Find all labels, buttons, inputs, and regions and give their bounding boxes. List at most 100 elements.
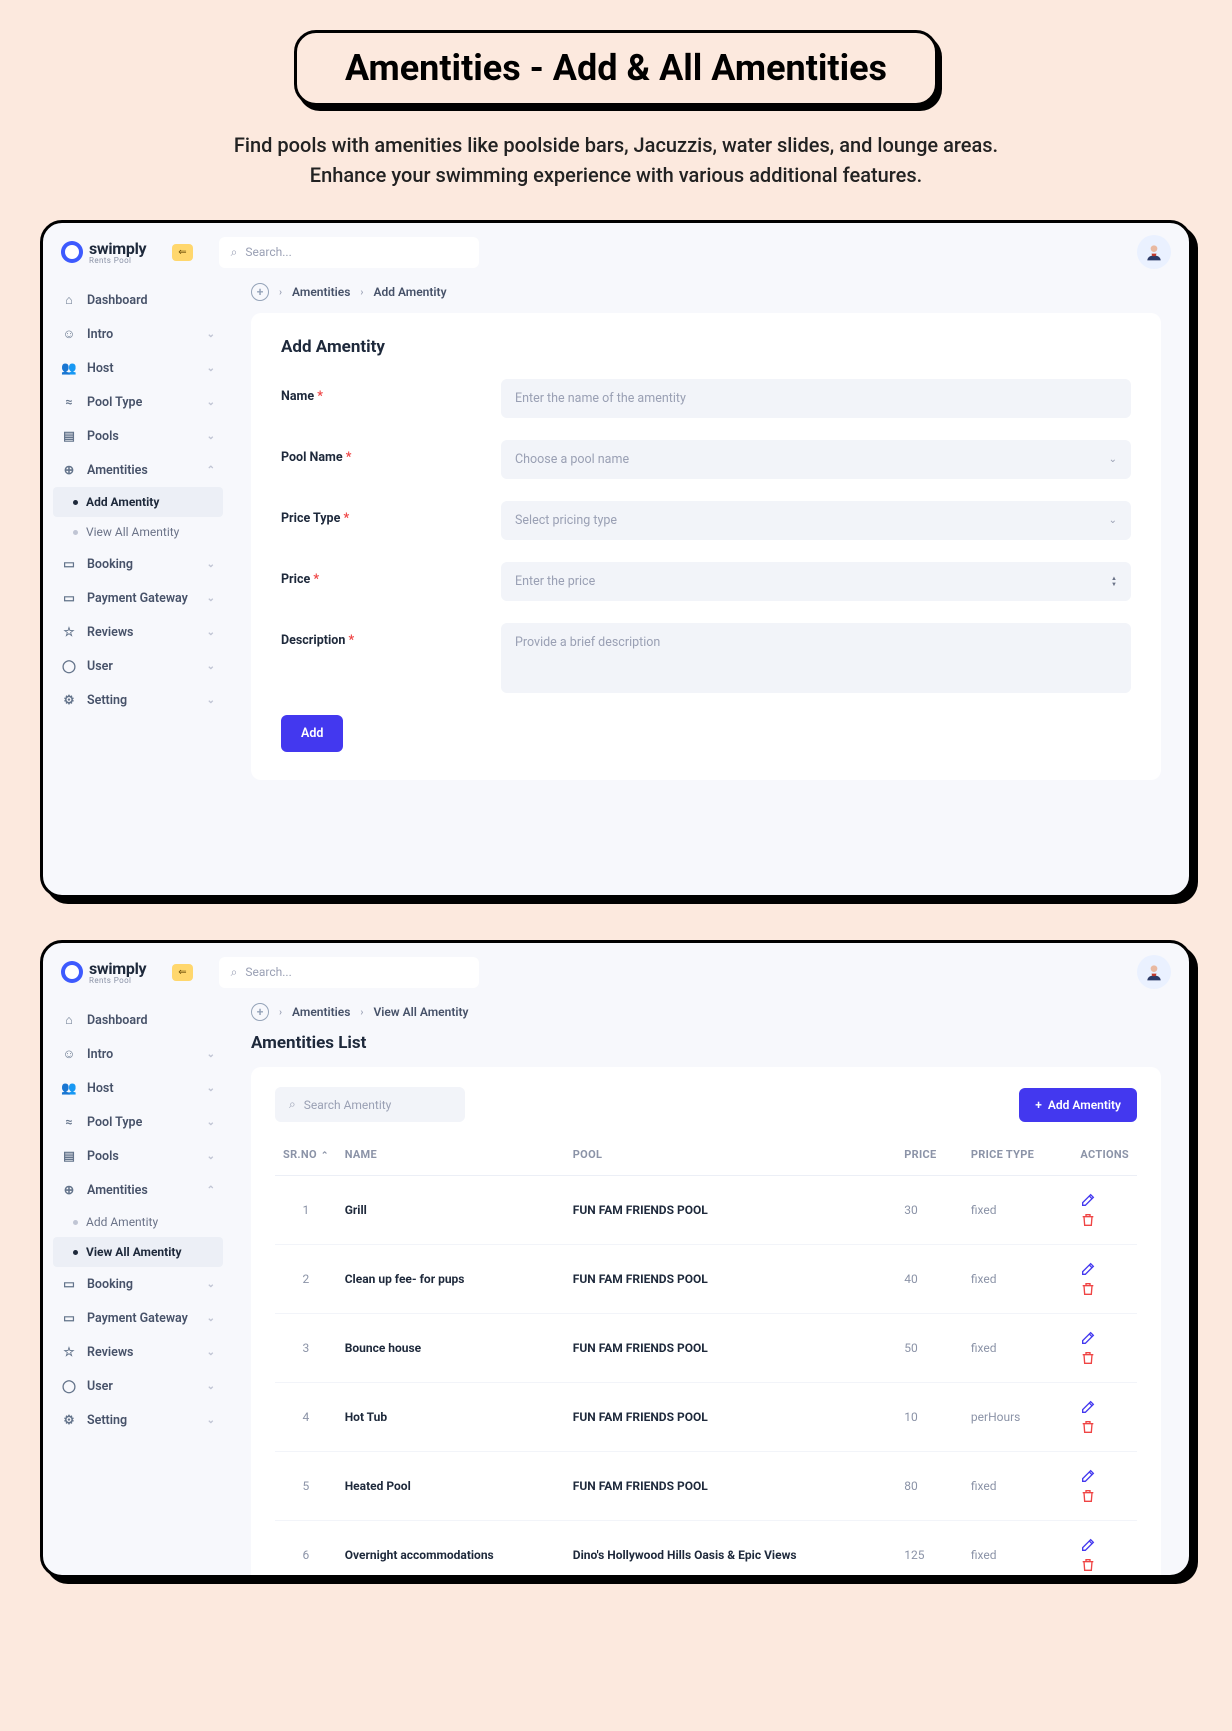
collapse-badge[interactable]: ⇐	[172, 244, 192, 261]
col-name[interactable]: NAME	[337, 1138, 565, 1176]
calendar-icon: ▭	[61, 1276, 77, 1292]
table-row: 1GrillFUN FAM FRIENDS POOL30fixed	[275, 1176, 1137, 1245]
col-actions: ACTIONS	[1072, 1138, 1137, 1176]
delete-icon[interactable]	[1080, 1557, 1096, 1573]
card-icon: ▭	[61, 590, 77, 606]
cell-pool: FUN FAM FRIENDS POOL	[565, 1245, 896, 1314]
appbar: swimply Rents Pool ⇐ ⌕ Search...	[43, 943, 1189, 995]
page-description: Find pools with amenities like poolside …	[40, 130, 1192, 190]
edit-icon[interactable]	[1080, 1192, 1096, 1208]
edit-icon[interactable]	[1080, 1399, 1096, 1415]
input-price[interactable]: Enter the price ▲▼	[501, 562, 1131, 601]
chevron-down-icon: ⌄	[207, 1313, 215, 1324]
sidebar-sub-view-amentity[interactable]: View All Amentity	[53, 517, 223, 547]
cell-ptype: perHours	[963, 1383, 1073, 1452]
cell-pool: Dino's Hollywood Hills Oasis & Epic View…	[565, 1521, 896, 1579]
chevron-down-icon: ⌄	[207, 661, 215, 672]
sidebar-item-reviews[interactable]: ☆Reviews⌄	[53, 1335, 223, 1369]
chevron-down-icon: ⌄	[207, 363, 215, 374]
sidebar-item-user[interactable]: ◯ User ⌄	[53, 649, 223, 683]
crumb-amentities[interactable]: Amentities	[292, 1005, 350, 1019]
plus-circle-icon: +	[251, 283, 269, 301]
sidebar-item-payment[interactable]: ▭Payment Gateway⌄	[53, 1301, 223, 1335]
edit-icon[interactable]	[1080, 1468, 1096, 1484]
chevron-down-icon: ⌄	[1109, 454, 1117, 465]
sidebar-item-intro[interactable]: ☺ Intro ⌄	[53, 317, 223, 351]
edit-icon[interactable]	[1080, 1537, 1096, 1553]
number-stepper-icon[interactable]: ▲▼	[1111, 576, 1117, 588]
wave-icon: ≈	[61, 394, 77, 410]
sidebar-item-pools[interactable]: ▤ Pools ⌄	[53, 419, 223, 453]
chevron-right-icon: ›	[360, 287, 363, 298]
search-input[interactable]: ⌕ Search...	[219, 237, 479, 268]
chevron-down-icon: ⌄	[207, 1347, 215, 1358]
cell-price: 50	[896, 1314, 963, 1383]
cell-ptype: fixed	[963, 1314, 1073, 1383]
crumb-amentities[interactable]: Amentities	[292, 285, 350, 299]
label-pool: Pool Name *	[281, 440, 501, 465]
delete-icon[interactable]	[1080, 1350, 1096, 1366]
person-icon: ☺	[61, 1046, 77, 1062]
sidebar-item-host[interactable]: 👥 Host ⌄	[53, 351, 223, 385]
search-icon: ⌕	[231, 245, 238, 260]
sidebar-item-host[interactable]: 👥Host⌄	[53, 1071, 223, 1105]
sidebar-sub-view-amentity[interactable]: View All Amentity	[53, 1237, 223, 1267]
brand[interactable]: swimply Rents Pool	[61, 959, 146, 985]
sidebar-item-pooltype[interactable]: ≈Pool Type⌄	[53, 1105, 223, 1139]
sidebar-item-booking[interactable]: ▭Booking⌄	[53, 1267, 223, 1301]
table-row: 6Overnight accommodationsDino's Hollywoo…	[275, 1521, 1137, 1579]
sidebar: ⌂ Dashboard ☺ Intro ⌄ 👥 Host ⌄ ≈ Pool Ty…	[43, 275, 233, 895]
sidebar-sub-add-amentity[interactable]: Add Amentity	[53, 1207, 223, 1237]
col-ptype[interactable]: PRICE TYPE	[963, 1138, 1073, 1176]
delete-icon[interactable]	[1080, 1212, 1096, 1228]
select-pricetype[interactable]: Select pricing type ⌄	[501, 501, 1131, 540]
cell-ptype: fixed	[963, 1452, 1073, 1521]
textarea-desc[interactable]: Provide a brief description	[501, 623, 1131, 693]
col-price[interactable]: PRICE	[896, 1138, 963, 1176]
col-srno[interactable]: SR.NO⌃	[275, 1138, 337, 1176]
sidebar-item-reviews[interactable]: ☆ Reviews ⌄	[53, 615, 223, 649]
sidebar-item-setting[interactable]: ⚙Setting⌄	[53, 1403, 223, 1437]
star-icon: ☆	[61, 1344, 77, 1360]
sidebar-sub-add-amentity[interactable]: Add Amentity	[53, 487, 223, 517]
sidebar-item-user[interactable]: ◯User⌄	[53, 1369, 223, 1403]
card-icon: ▭	[61, 1310, 77, 1326]
wave-icon: ≈	[61, 1114, 77, 1130]
sidebar: ⌂Dashboard ☺Intro⌄ 👥Host⌄ ≈Pool Type⌄ ▤P…	[43, 995, 233, 1575]
sidebar-item-dashboard[interactable]: ⌂ Dashboard	[53, 283, 223, 317]
sidebar-item-amentities[interactable]: ⊕Amentities⌃	[53, 1173, 223, 1207]
sidebar-item-pools[interactable]: ▤Pools⌄	[53, 1139, 223, 1173]
breadcrumb: + › Amentities › Add Amentity	[251, 283, 1161, 301]
delete-icon[interactable]	[1080, 1281, 1096, 1297]
avatar[interactable]	[1137, 955, 1171, 989]
search-input[interactable]: ⌕ Search...	[219, 957, 479, 988]
collapse-badge[interactable]: ⇐	[172, 964, 192, 981]
submit-add-button[interactable]: Add	[281, 715, 343, 752]
delete-icon[interactable]	[1080, 1419, 1096, 1435]
chevron-down-icon: ⌄	[207, 431, 215, 442]
dot-icon	[73, 1250, 78, 1255]
input-name[interactable]: Enter the name of the amentity	[501, 379, 1131, 418]
brand[interactable]: swimply Rents Pool	[61, 239, 146, 265]
sidebar-item-intro[interactable]: ☺Intro⌄	[53, 1037, 223, 1071]
sidebar-item-setting[interactable]: ⚙ Setting ⌄	[53, 683, 223, 717]
sidebar-item-booking[interactable]: ▭ Booking ⌄	[53, 547, 223, 581]
sidebar-item-pooltype[interactable]: ≈ Pool Type ⌄	[53, 385, 223, 419]
select-pool[interactable]: Choose a pool name ⌄	[501, 440, 1131, 479]
sidebar-item-dashboard[interactable]: ⌂Dashboard	[53, 1003, 223, 1037]
avatar-icon	[1144, 242, 1164, 262]
search-amentity-input[interactable]: ⌕ Search Amentity	[275, 1087, 465, 1122]
delete-icon[interactable]	[1080, 1488, 1096, 1504]
add-amentity-button[interactable]: + Add Amentity	[1019, 1088, 1137, 1122]
col-pool[interactable]: POOL	[565, 1138, 896, 1176]
sidebar-item-payment[interactable]: ▭ Payment Gateway ⌄	[53, 581, 223, 615]
sidebar-item-amentities[interactable]: ⊕ Amentities ⌃	[53, 453, 223, 487]
dot-icon	[73, 1220, 78, 1225]
chevron-up-icon: ⌃	[207, 1185, 215, 1196]
edit-icon[interactable]	[1080, 1261, 1096, 1277]
calendar-icon: ▭	[61, 556, 77, 572]
avatar[interactable]	[1137, 235, 1171, 269]
sort-asc-icon: ⌃	[321, 1151, 329, 1161]
edit-icon[interactable]	[1080, 1330, 1096, 1346]
search-placeholder: Search...	[245, 245, 291, 259]
